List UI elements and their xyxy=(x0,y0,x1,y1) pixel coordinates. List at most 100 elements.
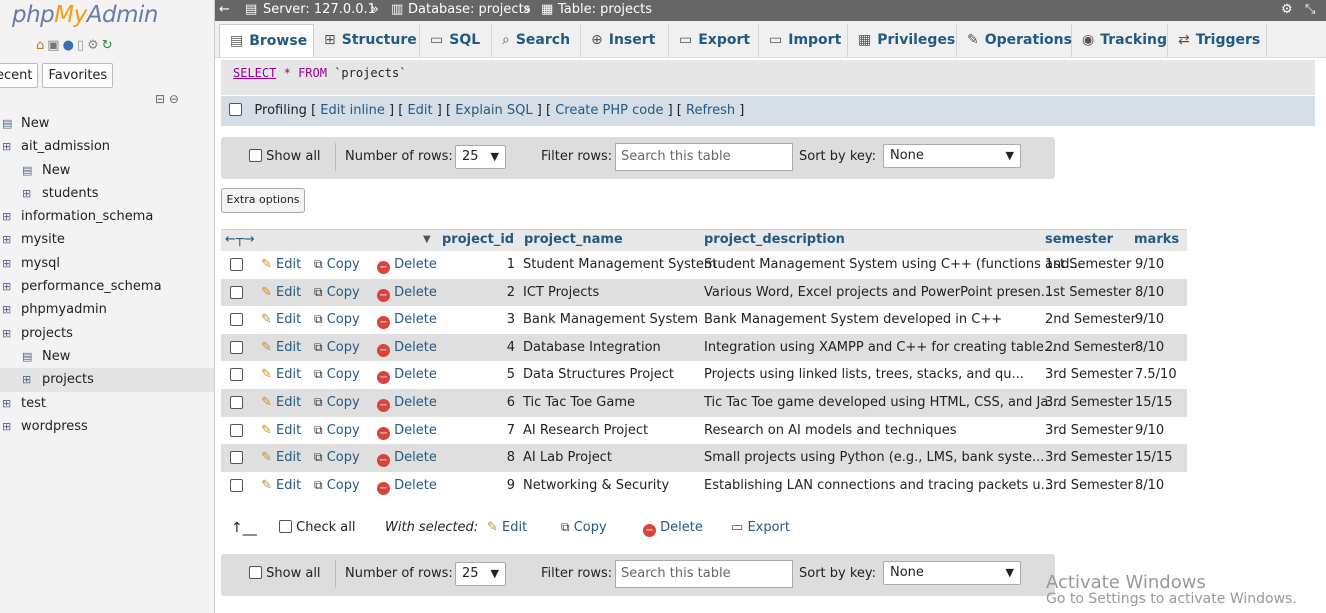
row-edit-button[interactable]: ✎ Edit xyxy=(261,285,301,300)
recent-tab[interactable]: ecent xyxy=(0,63,39,88)
column-header-project-id[interactable]: project_id xyxy=(442,232,514,247)
sidebar-item-New[interactable]: ▤ New xyxy=(0,159,214,182)
row-checkbox[interactable] xyxy=(230,258,243,271)
row-delete-button[interactable]: − Delete xyxy=(377,367,437,385)
phpmyadmin-logo[interactable]: phpMyAdmin xyxy=(12,2,158,28)
breadcrumb-server[interactable]: Server: 127.0.0.1 xyxy=(263,2,376,17)
sql-query-box[interactable]: SELECT * FROM `projects` xyxy=(221,60,1315,95)
bulk-copy-button[interactable]: ⧉ Copy xyxy=(561,520,607,535)
sidebar-item-mysite[interactable]: ⊞ mysite xyxy=(0,228,214,251)
row-copy-button[interactable]: ⧉ Copy xyxy=(314,423,360,438)
row-delete-button[interactable]: − Delete xyxy=(377,423,437,440)
column-header-semester[interactable]: semester xyxy=(1045,232,1113,247)
row-edit-button[interactable]: ✎ Edit xyxy=(261,478,301,493)
row-copy-button[interactable]: ⧉ Copy xyxy=(314,367,360,382)
row-copy-button[interactable]: ⧉ Copy xyxy=(314,450,360,465)
bulk-delete-button[interactable]: − Delete xyxy=(643,520,703,537)
sidebar-item-ait-admission[interactable]: ⊞ ait_admission xyxy=(0,135,214,158)
bulk-edit-button[interactable]: ✎ Edit xyxy=(487,520,527,535)
check-all-checkbox[interactable] xyxy=(279,520,292,533)
sidebar-item-mysql[interactable]: ⊞ mysql xyxy=(0,252,214,275)
row-edit-button[interactable]: ✎ Edit xyxy=(261,395,301,410)
row-edit-button[interactable]: ✎ Edit xyxy=(261,312,301,327)
collapse-all-icon[interactable]: ⊟ ⊖ xyxy=(155,92,179,106)
row-checkbox[interactable] xyxy=(230,285,243,299)
num-rows-select[interactable]: 25 ▼ xyxy=(455,562,506,586)
sidebar-item-phpmyadmin[interactable]: ⊞ phpmyadmin xyxy=(0,298,214,321)
back-arrow-icon[interactable]: ← xyxy=(219,2,230,17)
tab-triggers[interactable]: ⇄ Triggers xyxy=(1168,24,1267,57)
tab-structure[interactable]: ⊞ Structure xyxy=(314,24,420,57)
row-checkbox[interactable] xyxy=(230,313,243,327)
row-copy-button[interactable]: ⧉ Copy xyxy=(314,312,360,327)
num-rows-select[interactable]: 25 ▼ xyxy=(455,145,506,169)
row-delete-button[interactable]: − Delete xyxy=(377,312,437,330)
sort-chevron-icon[interactable]: ▼ xyxy=(423,234,431,245)
bulk-export-button[interactable]: ▭ Export xyxy=(731,520,790,535)
sidebar-item-New[interactable]: ▤ New xyxy=(0,112,214,135)
sidebar-item-test[interactable]: ⊞ test xyxy=(0,392,214,415)
sidebar-item-wordpress[interactable]: ⊞ wordpress xyxy=(0,415,214,438)
sidebar-item-projects[interactable]: ⊞ projects xyxy=(0,368,214,392)
tab-tracking[interactable]: ◉ Tracking xyxy=(1072,24,1168,57)
favorites-tab[interactable]: Favorites xyxy=(42,63,114,88)
filter-rows-input[interactable]: Search this table xyxy=(615,560,793,588)
tab-import[interactable]: ▭ Import xyxy=(759,24,848,57)
row-checkbox[interactable] xyxy=(230,423,243,437)
edit-link[interactable]: Edit xyxy=(407,103,432,118)
column-header-marks[interactable]: marks xyxy=(1134,232,1179,247)
tab-insert[interactable]: ⊕ Insert xyxy=(581,24,669,57)
extra-options-button[interactable]: Extra options xyxy=(221,188,305,213)
sort-by-key-select[interactable]: None ▼ xyxy=(883,144,1021,168)
sidebar-item-students[interactable]: ⊞ students xyxy=(0,182,214,205)
row-edit-button[interactable]: ✎ Edit xyxy=(261,423,301,438)
edit-inline-link[interactable]: Edit inline xyxy=(320,103,385,118)
tab-search[interactable]: ⌕ Search xyxy=(492,24,581,57)
column-header-project-name[interactable]: project_name xyxy=(524,232,623,247)
logout-icon[interactable]: ▣ xyxy=(47,38,59,53)
gear-icon[interactable]: ⚙ xyxy=(1281,2,1293,17)
sidebar-item-New[interactable]: ▤ New xyxy=(0,345,214,368)
help-icon[interactable]: ● xyxy=(63,38,74,53)
create-php-code-link[interactable]: Create PHP code xyxy=(555,103,663,118)
row-edit-button[interactable]: ✎ Edit xyxy=(261,367,301,382)
row-edit-button[interactable]: ✎ Edit xyxy=(261,257,301,272)
breadcrumb-database[interactable]: Database: projects xyxy=(408,2,530,17)
explain-sql-link[interactable]: Explain SQL xyxy=(455,103,532,118)
row-edit-button[interactable]: ✎ Edit xyxy=(261,340,301,355)
row-checkbox[interactable] xyxy=(230,396,243,409)
row-delete-button[interactable]: − Delete xyxy=(377,478,437,495)
filter-rows-input[interactable]: Search this table xyxy=(615,143,793,171)
row-checkbox[interactable] xyxy=(230,368,243,382)
show-all-checkbox[interactable] xyxy=(249,566,262,579)
profiling-checkbox[interactable] xyxy=(229,103,242,116)
settings-icon[interactable]: ⚙ xyxy=(87,38,99,53)
column-resize-arrows-icon[interactable]: ←┬→ xyxy=(225,232,255,247)
reload-icon[interactable]: ↻ xyxy=(102,38,113,53)
refresh-link[interactable]: Refresh xyxy=(686,103,735,118)
row-delete-button[interactable]: − Delete xyxy=(377,450,437,468)
row-checkbox[interactable] xyxy=(230,340,243,354)
breadcrumb-table[interactable]: Table: projects xyxy=(558,2,652,17)
row-copy-button[interactable]: ⧉ Copy xyxy=(314,285,360,300)
sidebar-item-performance-schema[interactable]: ⊞ performance_schema xyxy=(0,275,214,298)
row-edit-button[interactable]: ✎ Edit xyxy=(261,450,301,465)
home-icon[interactable]: ⌂ xyxy=(36,38,44,53)
row-delete-button[interactable]: − Delete xyxy=(377,395,437,412)
check-all-label[interactable]: Check all xyxy=(296,520,355,535)
column-header-project-description[interactable]: project_description xyxy=(704,232,845,247)
row-copy-button[interactable]: ⧉ Copy xyxy=(314,478,360,493)
tab-operations[interactable]: ✎ Operations xyxy=(957,24,1072,57)
row-copy-button[interactable]: ⧉ Copy xyxy=(314,395,360,410)
docs-icon[interactable]: ▯ xyxy=(77,38,84,53)
row-checkbox[interactable] xyxy=(230,451,243,465)
row-copy-button[interactable]: ⧉ Copy xyxy=(314,257,360,272)
sidebar-item-projects[interactable]: ⊞ projects xyxy=(0,322,214,345)
tab-privileges[interactable]: ▦ Privileges xyxy=(848,24,957,57)
collapse-icon[interactable]: ⤡ xyxy=(1305,2,1315,17)
show-all-checkbox[interactable] xyxy=(249,149,262,162)
row-delete-button[interactable]: − Delete xyxy=(377,340,437,357)
tab-browse[interactable]: ▤ Browse xyxy=(219,24,314,57)
row-checkbox[interactable] xyxy=(230,478,243,492)
row-copy-button[interactable]: ⧉ Copy xyxy=(314,340,360,355)
